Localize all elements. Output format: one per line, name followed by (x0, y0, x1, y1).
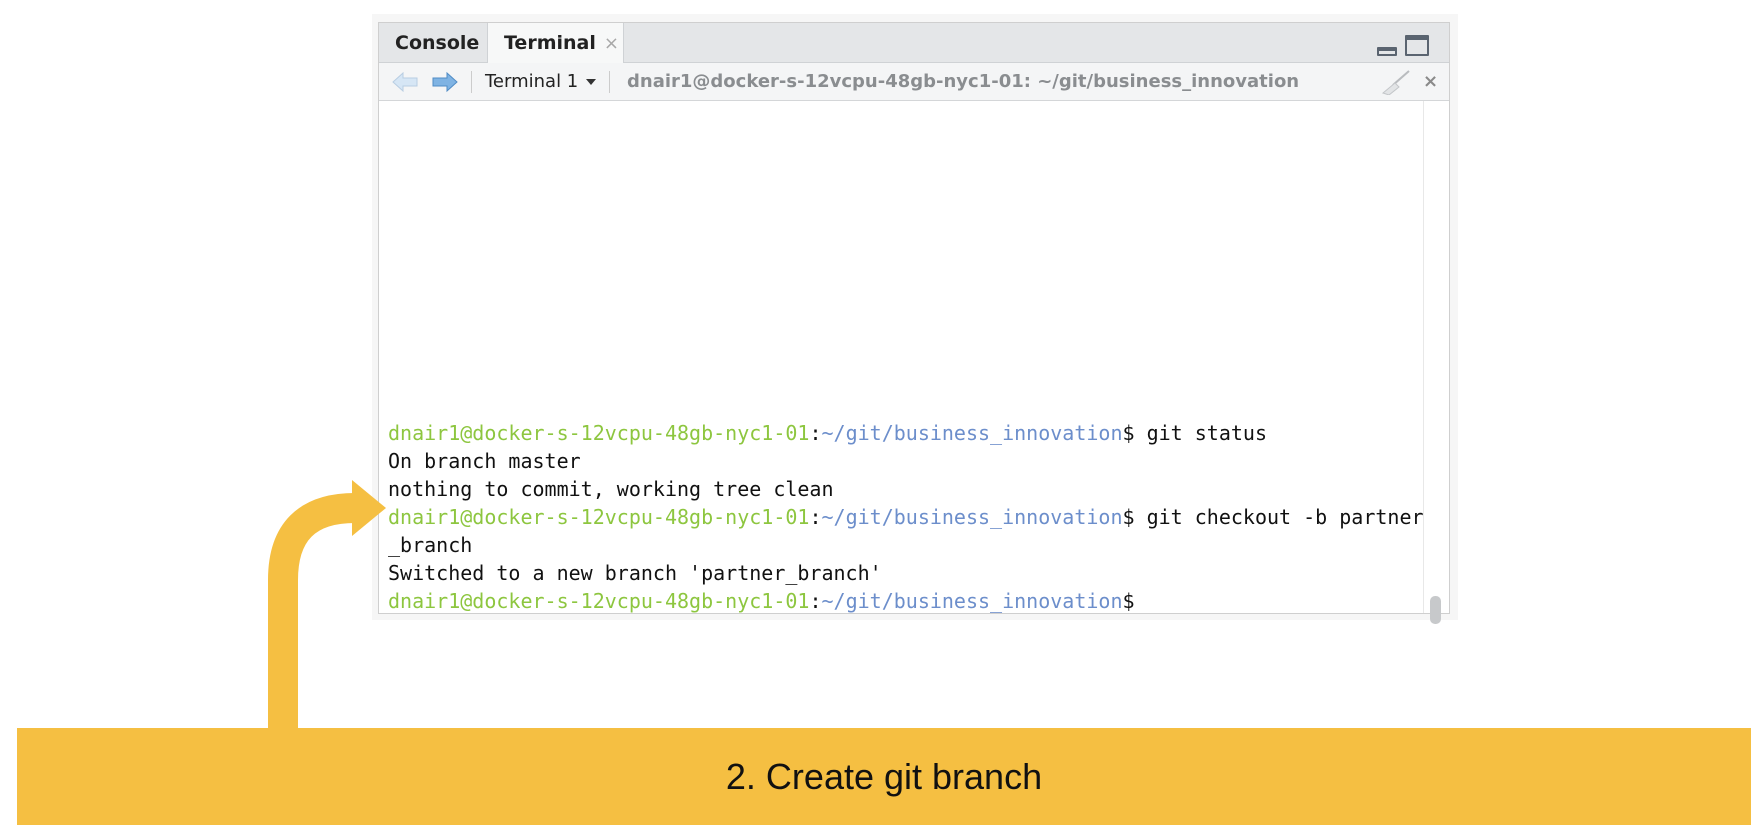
caption-banner: 2. Create git branch (17, 728, 1751, 825)
curved-arrow-icon (268, 480, 386, 728)
banner-title: 2. Create git branch (725, 756, 1043, 797)
